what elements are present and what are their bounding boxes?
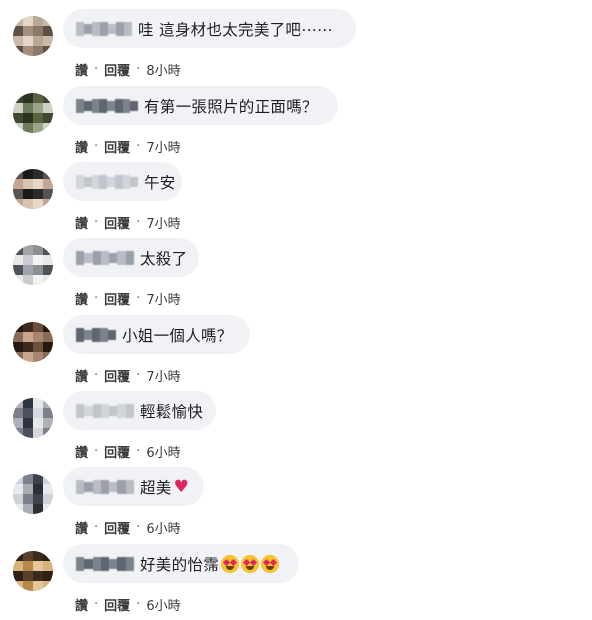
comment-actions: 讚 · 回覆 · 6小時 bbox=[75, 442, 181, 461]
reply-link[interactable]: 回覆 bbox=[104, 518, 130, 537]
separator-dot: · bbox=[94, 520, 99, 535]
reply-link[interactable]: 回覆 bbox=[104, 137, 130, 156]
comment-actions: 讚 · 回覆 · 7小時 bbox=[75, 213, 181, 232]
separator-dot: · bbox=[94, 444, 99, 459]
like-link[interactable]: 讚 bbox=[75, 137, 88, 156]
comment-item: 好美的怡霈讚 · 回覆 · 6小時 bbox=[0, 544, 592, 620]
comment-bubble: 太殺了 bbox=[63, 238, 199, 277]
comment-timestamp[interactable]: 6小時 bbox=[146, 595, 180, 614]
heart-eyes-emoji-icon bbox=[241, 554, 260, 573]
separator-dot: · bbox=[136, 368, 141, 383]
separator-dot: · bbox=[136, 444, 141, 459]
separator-dot: · bbox=[136, 215, 141, 230]
comment-actions: 讚 · 回覆 · 7小時 bbox=[75, 137, 181, 156]
comment-bubble: 好美的怡霈 bbox=[63, 544, 299, 583]
like-link[interactable]: 讚 bbox=[75, 366, 88, 385]
commenter-name-blurred[interactable] bbox=[76, 403, 134, 418]
separator-dot: · bbox=[136, 597, 141, 612]
separator-dot: · bbox=[136, 62, 141, 77]
separator-dot: · bbox=[94, 597, 99, 612]
comment-item: 午安讚 · 回覆 · 7小時 bbox=[0, 162, 592, 238]
comment-text: 好美的怡霈 bbox=[140, 555, 220, 574]
comment-text: 太殺了 bbox=[139, 249, 188, 268]
comment-actions: 讚 · 回覆 · 8小時 bbox=[75, 60, 181, 79]
comment-text: 超美 bbox=[140, 478, 172, 497]
user-avatar[interactable] bbox=[13, 474, 53, 514]
comment-timestamp[interactable]: 7小時 bbox=[146, 289, 180, 308]
comment-timestamp[interactable]: 6小時 bbox=[146, 442, 180, 461]
red-heart-icon: ♥ bbox=[173, 476, 189, 497]
comment-actions: 讚 · 回覆 · 6小時 bbox=[75, 518, 181, 537]
comment-bubble: 哇 這身材也太完美了吧⋯⋯ bbox=[63, 9, 356, 48]
comment-item: 有第一張照片的正面嗎？ 讚 · 回覆 · 7小時 bbox=[0, 86, 592, 162]
commenter-name-blurred[interactable] bbox=[76, 250, 134, 265]
comment-bubble: 輕鬆愉快 bbox=[63, 391, 216, 430]
reply-link[interactable]: 回覆 bbox=[104, 60, 130, 79]
reply-link[interactable]: 回覆 bbox=[104, 213, 130, 232]
comment-bubble: 午安 bbox=[63, 162, 182, 201]
user-avatar[interactable] bbox=[13, 551, 53, 591]
like-link[interactable]: 讚 bbox=[75, 213, 88, 232]
comment-item: 小姐一個人嗎？ 讚 · 回覆 · 7小時 bbox=[0, 315, 592, 391]
commenter-name-blurred[interactable] bbox=[76, 479, 134, 494]
like-link[interactable]: 讚 bbox=[75, 442, 88, 461]
like-link[interactable]: 讚 bbox=[75, 60, 88, 79]
commenter-name-blurred[interactable] bbox=[76, 327, 116, 342]
comment-bubble: 小姐一個人嗎？ bbox=[63, 315, 250, 354]
separator-dot: · bbox=[136, 291, 141, 306]
comment-timestamp[interactable]: 8小時 bbox=[146, 60, 180, 79]
heart-eyes-emoji-icon bbox=[221, 554, 240, 573]
comment-timestamp[interactable]: 7小時 bbox=[146, 137, 180, 156]
separator-dot: · bbox=[94, 291, 99, 306]
commenter-name-blurred[interactable] bbox=[76, 98, 138, 113]
comment-item: 太殺了讚 · 回覆 · 7小時 bbox=[0, 238, 592, 314]
comment-bubble: 有第一張照片的正面嗎？ bbox=[63, 86, 338, 125]
user-avatar[interactable] bbox=[13, 169, 53, 209]
comment-bubble: 超美 ♥ bbox=[63, 467, 204, 506]
user-avatar[interactable] bbox=[13, 245, 53, 285]
comment-actions: 讚 · 回覆 · 7小時 bbox=[75, 289, 181, 308]
comment-actions: 讚 · 回覆 · 7小時 bbox=[75, 366, 181, 385]
separator-dot: · bbox=[94, 139, 99, 154]
comment-text: 哇 這身材也太完美了吧⋯⋯ bbox=[138, 20, 333, 39]
comment-list: 哇 這身材也太完美了吧⋯⋯ 讚 · 回覆 · 8小時有第一張照片的正面嗎？ 讚 · 回覆 · 7小時… bbox=[0, 0, 592, 614]
separator-dot: · bbox=[94, 62, 99, 77]
user-avatar[interactable] bbox=[13, 398, 53, 438]
comment-text: 午安 bbox=[144, 173, 176, 192]
comment-actions: 讚 · 回覆 · 6小時 bbox=[75, 595, 181, 614]
commenter-name-blurred[interactable] bbox=[76, 174, 138, 189]
comment-timestamp[interactable]: 6小時 bbox=[146, 518, 180, 537]
comment-text: 有第一張照片的正面嗎？ bbox=[144, 97, 318, 116]
commenter-name-blurred[interactable] bbox=[76, 556, 134, 571]
heart-eyes-emoji-icon bbox=[261, 554, 280, 573]
comment-timestamp[interactable]: 7小時 bbox=[146, 366, 180, 385]
user-avatar[interactable] bbox=[13, 93, 53, 133]
reply-link[interactable]: 回覆 bbox=[104, 366, 130, 385]
comment-timestamp[interactable]: 7小時 bbox=[146, 213, 180, 232]
like-link[interactable]: 讚 bbox=[75, 595, 88, 614]
reply-link[interactable]: 回覆 bbox=[104, 595, 130, 614]
comment-text: 小姐一個人嗎？ bbox=[122, 326, 233, 345]
separator-dot: · bbox=[94, 215, 99, 230]
separator-dot: · bbox=[136, 520, 141, 535]
separator-dot: · bbox=[94, 368, 99, 383]
separator-dot: · bbox=[136, 139, 141, 154]
reply-link[interactable]: 回覆 bbox=[104, 289, 130, 308]
comment-item: 輕鬆愉快讚 · 回覆 · 6小時 bbox=[0, 391, 592, 467]
comment-item: 超美 ♥ 讚 · 回覆 · 6小時 bbox=[0, 467, 592, 543]
comment-text: 輕鬆愉快 bbox=[140, 402, 204, 421]
commenter-name-blurred[interactable] bbox=[76, 21, 132, 36]
user-avatar[interactable] bbox=[13, 16, 53, 56]
user-avatar[interactable] bbox=[13, 322, 53, 362]
like-link[interactable]: 讚 bbox=[75, 518, 88, 537]
like-link[interactable]: 讚 bbox=[75, 289, 88, 308]
comment-item: 哇 這身材也太完美了吧⋯⋯ 讚 · 回覆 · 8小時 bbox=[0, 9, 592, 85]
reply-link[interactable]: 回覆 bbox=[104, 442, 130, 461]
